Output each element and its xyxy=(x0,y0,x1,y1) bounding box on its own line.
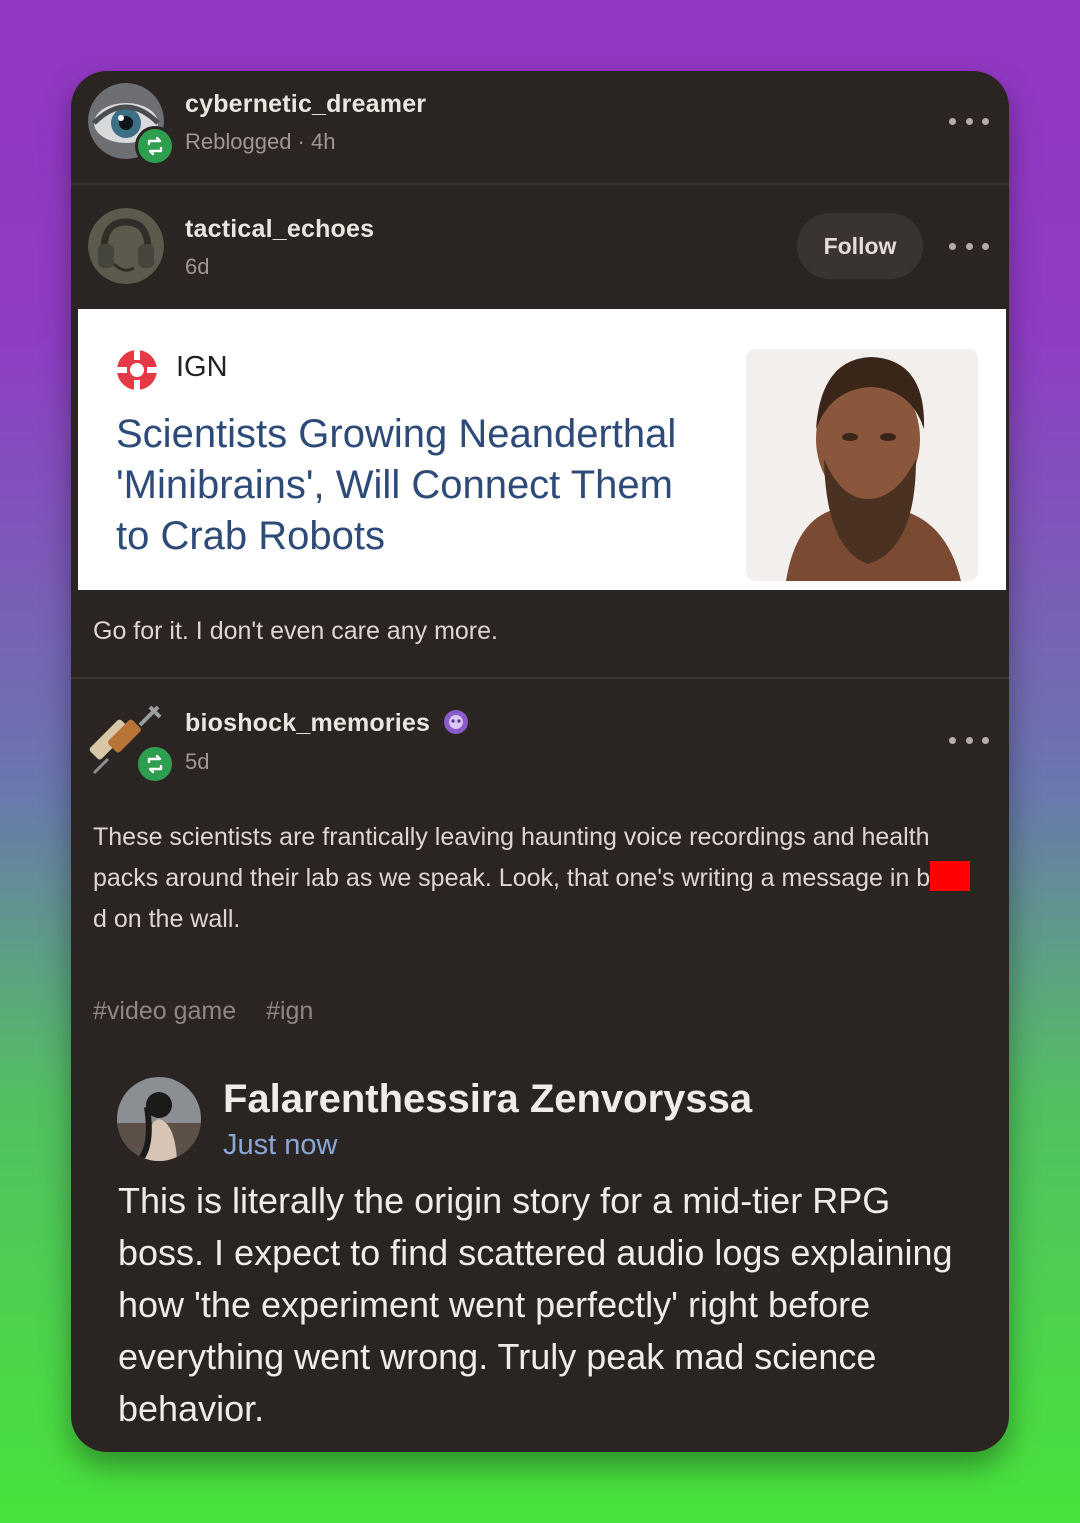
article-headline[interactable]: Scientists Growing Neanderthal 'Minibrai… xyxy=(116,409,716,562)
tag-list: #video game #ign xyxy=(93,997,313,1026)
tag-item[interactable]: #ign xyxy=(266,997,313,1025)
reblog-icon xyxy=(147,136,163,156)
reblogger-username[interactable]: cybernetic_dreamer xyxy=(185,90,426,119)
reply-avatar[interactable] xyxy=(117,1077,201,1161)
op-comment: Go for it. I don't even care any more. xyxy=(93,617,498,645)
divider xyxy=(71,677,1009,679)
redaction-box xyxy=(930,861,971,891)
headset-icon xyxy=(88,208,164,284)
reblog-icon xyxy=(147,754,163,774)
reply-time: Just now xyxy=(223,1129,338,1161)
article-source: IGN xyxy=(176,351,228,383)
op-avatar[interactable] xyxy=(88,208,164,284)
reblog-time: 5d xyxy=(185,749,210,774)
reblog-username[interactable]: bioshock_memories xyxy=(185,709,469,738)
reply-author[interactable]: Falarenthessira Zenvoryssa xyxy=(223,1077,752,1122)
op-username[interactable]: tactical_echoes xyxy=(185,215,374,244)
reblogger-meta: Reblogged · 4h xyxy=(185,129,336,154)
user-photo-icon xyxy=(117,1077,201,1161)
article-embed[interactable]: IGN Scientists Growing Neanderthal 'Mini… xyxy=(78,309,1006,590)
purple-badge-icon xyxy=(444,710,469,734)
more-options-icon[interactable] xyxy=(949,113,989,129)
divider xyxy=(71,183,1009,185)
ign-logo-icon xyxy=(117,350,157,390)
reply-body: This is literally the origin story for a… xyxy=(118,1180,953,1429)
tag-item[interactable]: #video game xyxy=(93,997,236,1025)
reblog-body-part2: d on the wall. xyxy=(93,905,241,933)
reblog-body: These scientists are frantically leaving… xyxy=(93,817,973,940)
reblog-badge xyxy=(135,126,175,166)
neanderthal-image xyxy=(746,349,978,581)
article-thumbnail xyxy=(746,349,978,581)
more-options-icon[interactable] xyxy=(949,238,989,254)
post-card: cybernetic_dreamer Reblogged · 4h tactic… xyxy=(71,71,1009,1452)
follow-button[interactable]: Follow xyxy=(797,213,923,279)
reblog-username-text: bioshock_memories xyxy=(185,709,431,737)
more-options-icon[interactable] xyxy=(949,732,989,748)
reblog-badge xyxy=(135,744,175,784)
op-time: 6d xyxy=(185,254,210,279)
reblog-body-part1: These scientists are frantically leaving… xyxy=(93,823,931,892)
